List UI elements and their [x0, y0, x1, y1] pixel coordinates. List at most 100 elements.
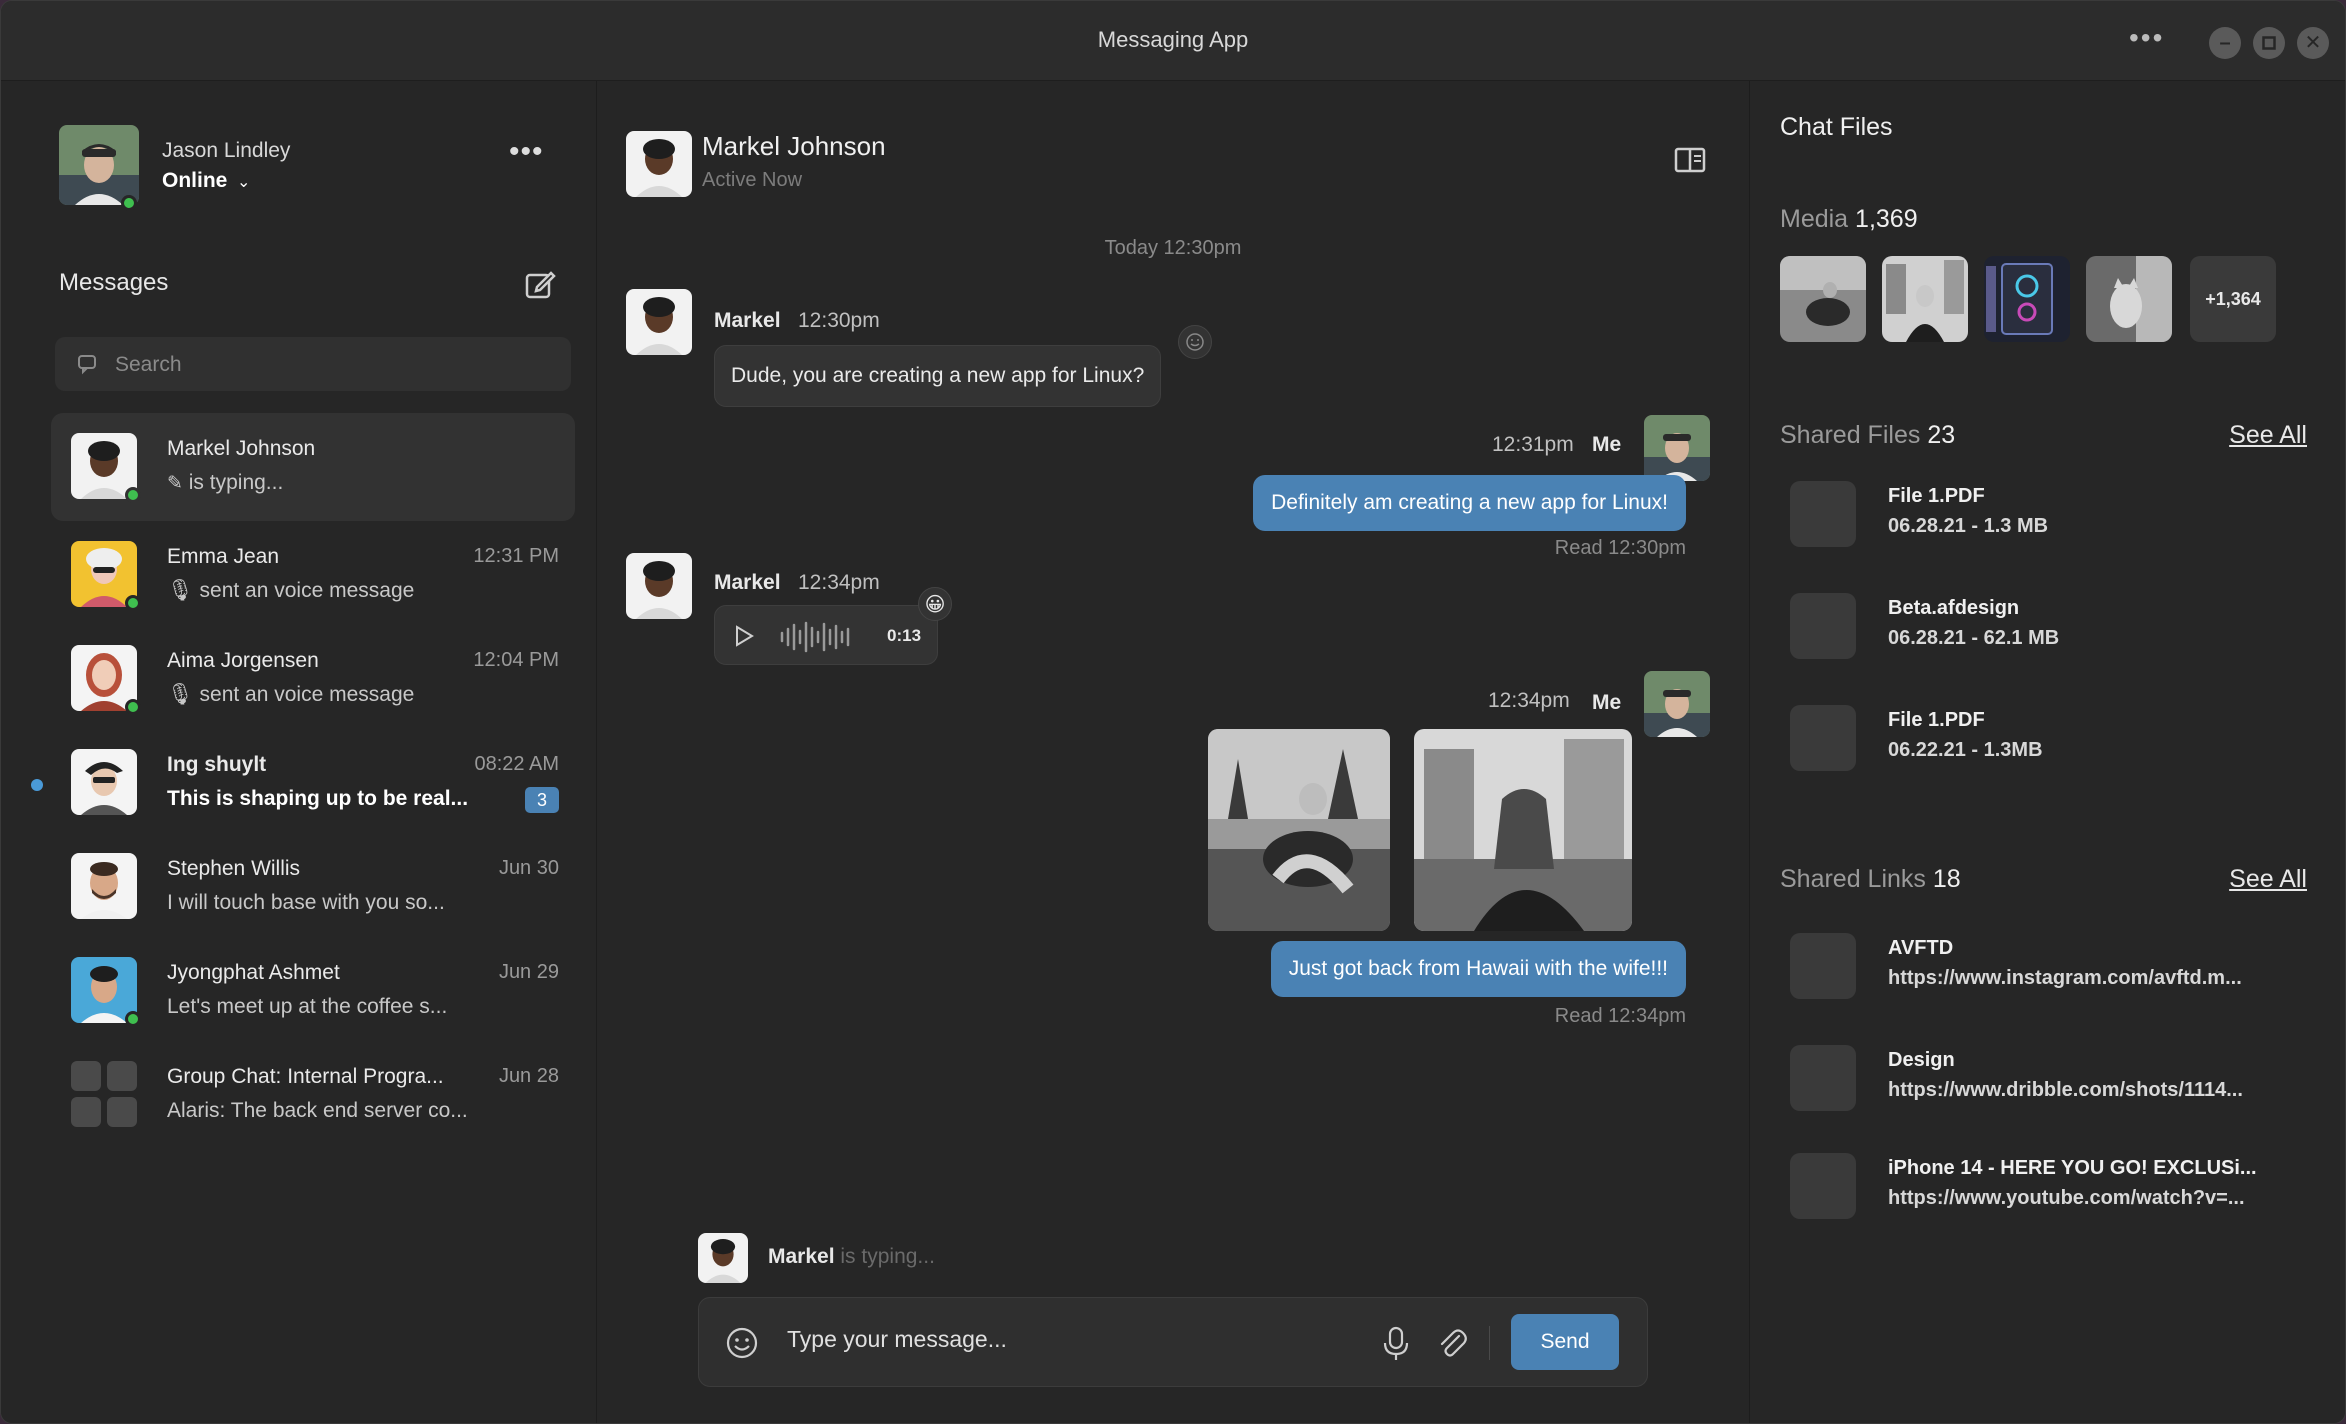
file-name: File 1.PDF: [1888, 485, 1985, 507]
link-item[interactable]: iPhone 14 - HERE YOU GO! EXCLUSi... http…: [1790, 1151, 2330, 1221]
messages-heading: Messages: [59, 269, 169, 296]
conversation-item[interactable]: Group Chat: Internal Progra... Jun 28 Al…: [51, 1041, 575, 1149]
maximize-button[interactable]: [2253, 27, 2285, 59]
link-url: https://www.dribble.com/shots/1114...: [1888, 1079, 2243, 1101]
typing-name: Markel: [768, 1245, 835, 1268]
file-meta: 06.28.21 - 62.1 MB: [1888, 627, 2060, 649]
shared-photo[interactable]: [1208, 729, 1390, 931]
minimize-button[interactable]: –: [2209, 27, 2241, 59]
user-avatar[interactable]: [59, 125, 139, 205]
message-bubble[interactable]: Dude, you are creating a new app for Lin…: [714, 345, 1162, 407]
composer-divider: [1489, 1326, 1490, 1360]
window-menu-icon[interactable]: •••: [2129, 23, 2164, 53]
play-icon[interactable]: [733, 624, 755, 653]
media-thumbnail[interactable]: [1780, 256, 1866, 342]
title-bar: Messaging App ••• – ✕: [1, 1, 2345, 81]
link-icon: [1790, 1045, 1856, 1111]
chat-panel: Markel Johnson Active Now Today 12:30pm …: [598, 81, 1748, 1423]
more-options-icon[interactable]: •••: [509, 135, 544, 169]
conversation-name: Jyongphat Ashmet: [167, 961, 340, 984]
search-field[interactable]: Search: [55, 337, 571, 391]
see-all-files-link[interactable]: See All: [2229, 421, 2307, 450]
maximize-icon: [2262, 36, 2276, 50]
sender-avatar: [626, 553, 692, 619]
conversation-time: Jun 30: [498, 857, 559, 879]
media-thumbnail[interactable]: [1882, 256, 1968, 342]
conversation-preview: This is shaping up to be real...: [167, 787, 469, 810]
file-icon: [1790, 705, 1856, 771]
link-item[interactable]: Design https://www.dribble.com/shots/111…: [1790, 1043, 2330, 1113]
message-input[interactable]: Type your message...: [787, 1326, 1007, 1353]
message-bubble[interactable]: Definitely am creating a new app for Lin…: [1253, 475, 1686, 531]
conversations-sidebar: Jason Lindley Online ⌄ ••• Messages Sear…: [1, 81, 597, 1423]
files-panel-title: Chat Files: [1780, 113, 1893, 141]
file-item[interactable]: Beta.afdesign 06.28.21 - 62.1 MB: [1790, 591, 2330, 661]
emoji-icon[interactable]: [725, 1326, 759, 1365]
shared-files-heading: Shared Files 23: [1780, 421, 1955, 450]
media-heading: Media 1,369: [1780, 205, 1918, 234]
conversation-time: 12:31 PM: [473, 545, 559, 567]
voice-message[interactable]: 0:13: [714, 605, 938, 665]
message-bubble[interactable]: Just got back from Hawaii with the wife!…: [1270, 941, 1686, 997]
shared-files-label: Shared Files: [1780, 421, 1921, 449]
contact-avatar: [71, 853, 137, 919]
message-time: 12:31pm: [1492, 433, 1574, 456]
conversation-item[interactable]: Stephen Willis Jun 30 I will touch base …: [51, 833, 575, 941]
pencil-icon: ✎: [167, 473, 183, 494]
conversation-preview: 🎙︎ sent an voice message: [167, 579, 414, 603]
media-thumbnail[interactable]: [1984, 256, 2070, 342]
conversation-name: Markel Johnson: [167, 437, 316, 460]
conversation-item[interactable]: Emma Jean 12:31 PM 🎙︎ sent an voice mess…: [51, 521, 575, 629]
conversation-name: Group Chat: Internal Progra...: [167, 1065, 444, 1088]
contact-avatar: [71, 749, 137, 815]
close-button[interactable]: ✕: [2297, 27, 2329, 59]
voice-preview-text: sent an voice message: [199, 579, 415, 602]
status-selector[interactable]: Online: [162, 169, 227, 193]
my-avatar: [1644, 415, 1710, 481]
online-indicator: [125, 699, 141, 715]
group-avatar: [71, 1061, 137, 1127]
microphone-icon[interactable]: [1381, 1326, 1411, 1367]
file-meta: 06.28.21 - 1.3 MB: [1888, 515, 2049, 537]
unread-count-badge: 3: [525, 787, 559, 813]
conversation-item[interactable]: Markel Johnson ✎ is typing...: [51, 413, 575, 521]
file-item[interactable]: File 1.PDF 06.28.21 - 1.3 MB: [1790, 479, 2330, 549]
conversation-preview: ✎ is typing...: [167, 471, 283, 495]
typing-indicator: Markel is typing...: [768, 1245, 935, 1269]
media-thumbnail[interactable]: [2086, 256, 2172, 342]
my-avatar: [1644, 671, 1710, 737]
chevron-down-icon[interactable]: ⌄: [237, 172, 250, 192]
compose-icon[interactable]: [523, 267, 557, 306]
contact-avatar[interactable]: [626, 131, 692, 197]
more-media-button[interactable]: +1,364: [2190, 256, 2276, 342]
conversation-name: Ing shuylt: [167, 753, 267, 776]
file-item[interactable]: File 1.PDF 06.22.21 - 1.3MB: [1790, 703, 2330, 773]
link-item[interactable]: AVFTD https://www.instagram.com/avftd.m.…: [1790, 931, 2330, 1001]
voice-preview-text: sent an voice message: [199, 683, 415, 706]
see-all-links-link[interactable]: See All: [2229, 865, 2307, 894]
send-button[interactable]: Send: [1511, 1314, 1619, 1370]
shared-photo[interactable]: [1414, 729, 1632, 931]
link-name: iPhone 14 - HERE YOU GO! EXCLUSi...: [1888, 1157, 2257, 1179]
conversation-preview: 🎙︎ sent an voice message: [167, 683, 414, 707]
conversation-item[interactable]: Jyongphat Ashmet Jun 29 Let's meet up at…: [51, 937, 575, 1045]
message-sender: Markel: [714, 571, 781, 594]
typing-text: is typing...: [840, 1245, 935, 1268]
search-placeholder: Search: [115, 353, 182, 376]
chat-contact-status: Active Now: [702, 169, 803, 191]
conversation-item[interactable]: Aima Jorgensen 12:04 PM 🎙︎ sent an voice…: [51, 625, 575, 733]
file-icon: [1790, 593, 1856, 659]
toggle-panel-icon[interactable]: [1674, 147, 1706, 178]
search-icon: [77, 353, 99, 380]
window-title: Messaging App: [1097, 27, 1249, 52]
conversation-item[interactable]: Ing shuylt 08:22 AM This is shaping up t…: [51, 729, 575, 837]
link-name: AVFTD: [1888, 937, 1954, 959]
reaction-emoji[interactable]: 😀: [918, 587, 952, 621]
add-reaction-icon[interactable]: [1178, 325, 1212, 359]
link-icon: [1790, 1153, 1856, 1219]
attachment-icon[interactable]: [1435, 1326, 1469, 1365]
user-name: Jason Lindley: [162, 139, 291, 162]
conversation-time: Jun 29: [498, 961, 559, 983]
conversation-time: Jun 28: [498, 1065, 559, 1087]
typing-preview-text: is typing...: [188, 471, 284, 494]
